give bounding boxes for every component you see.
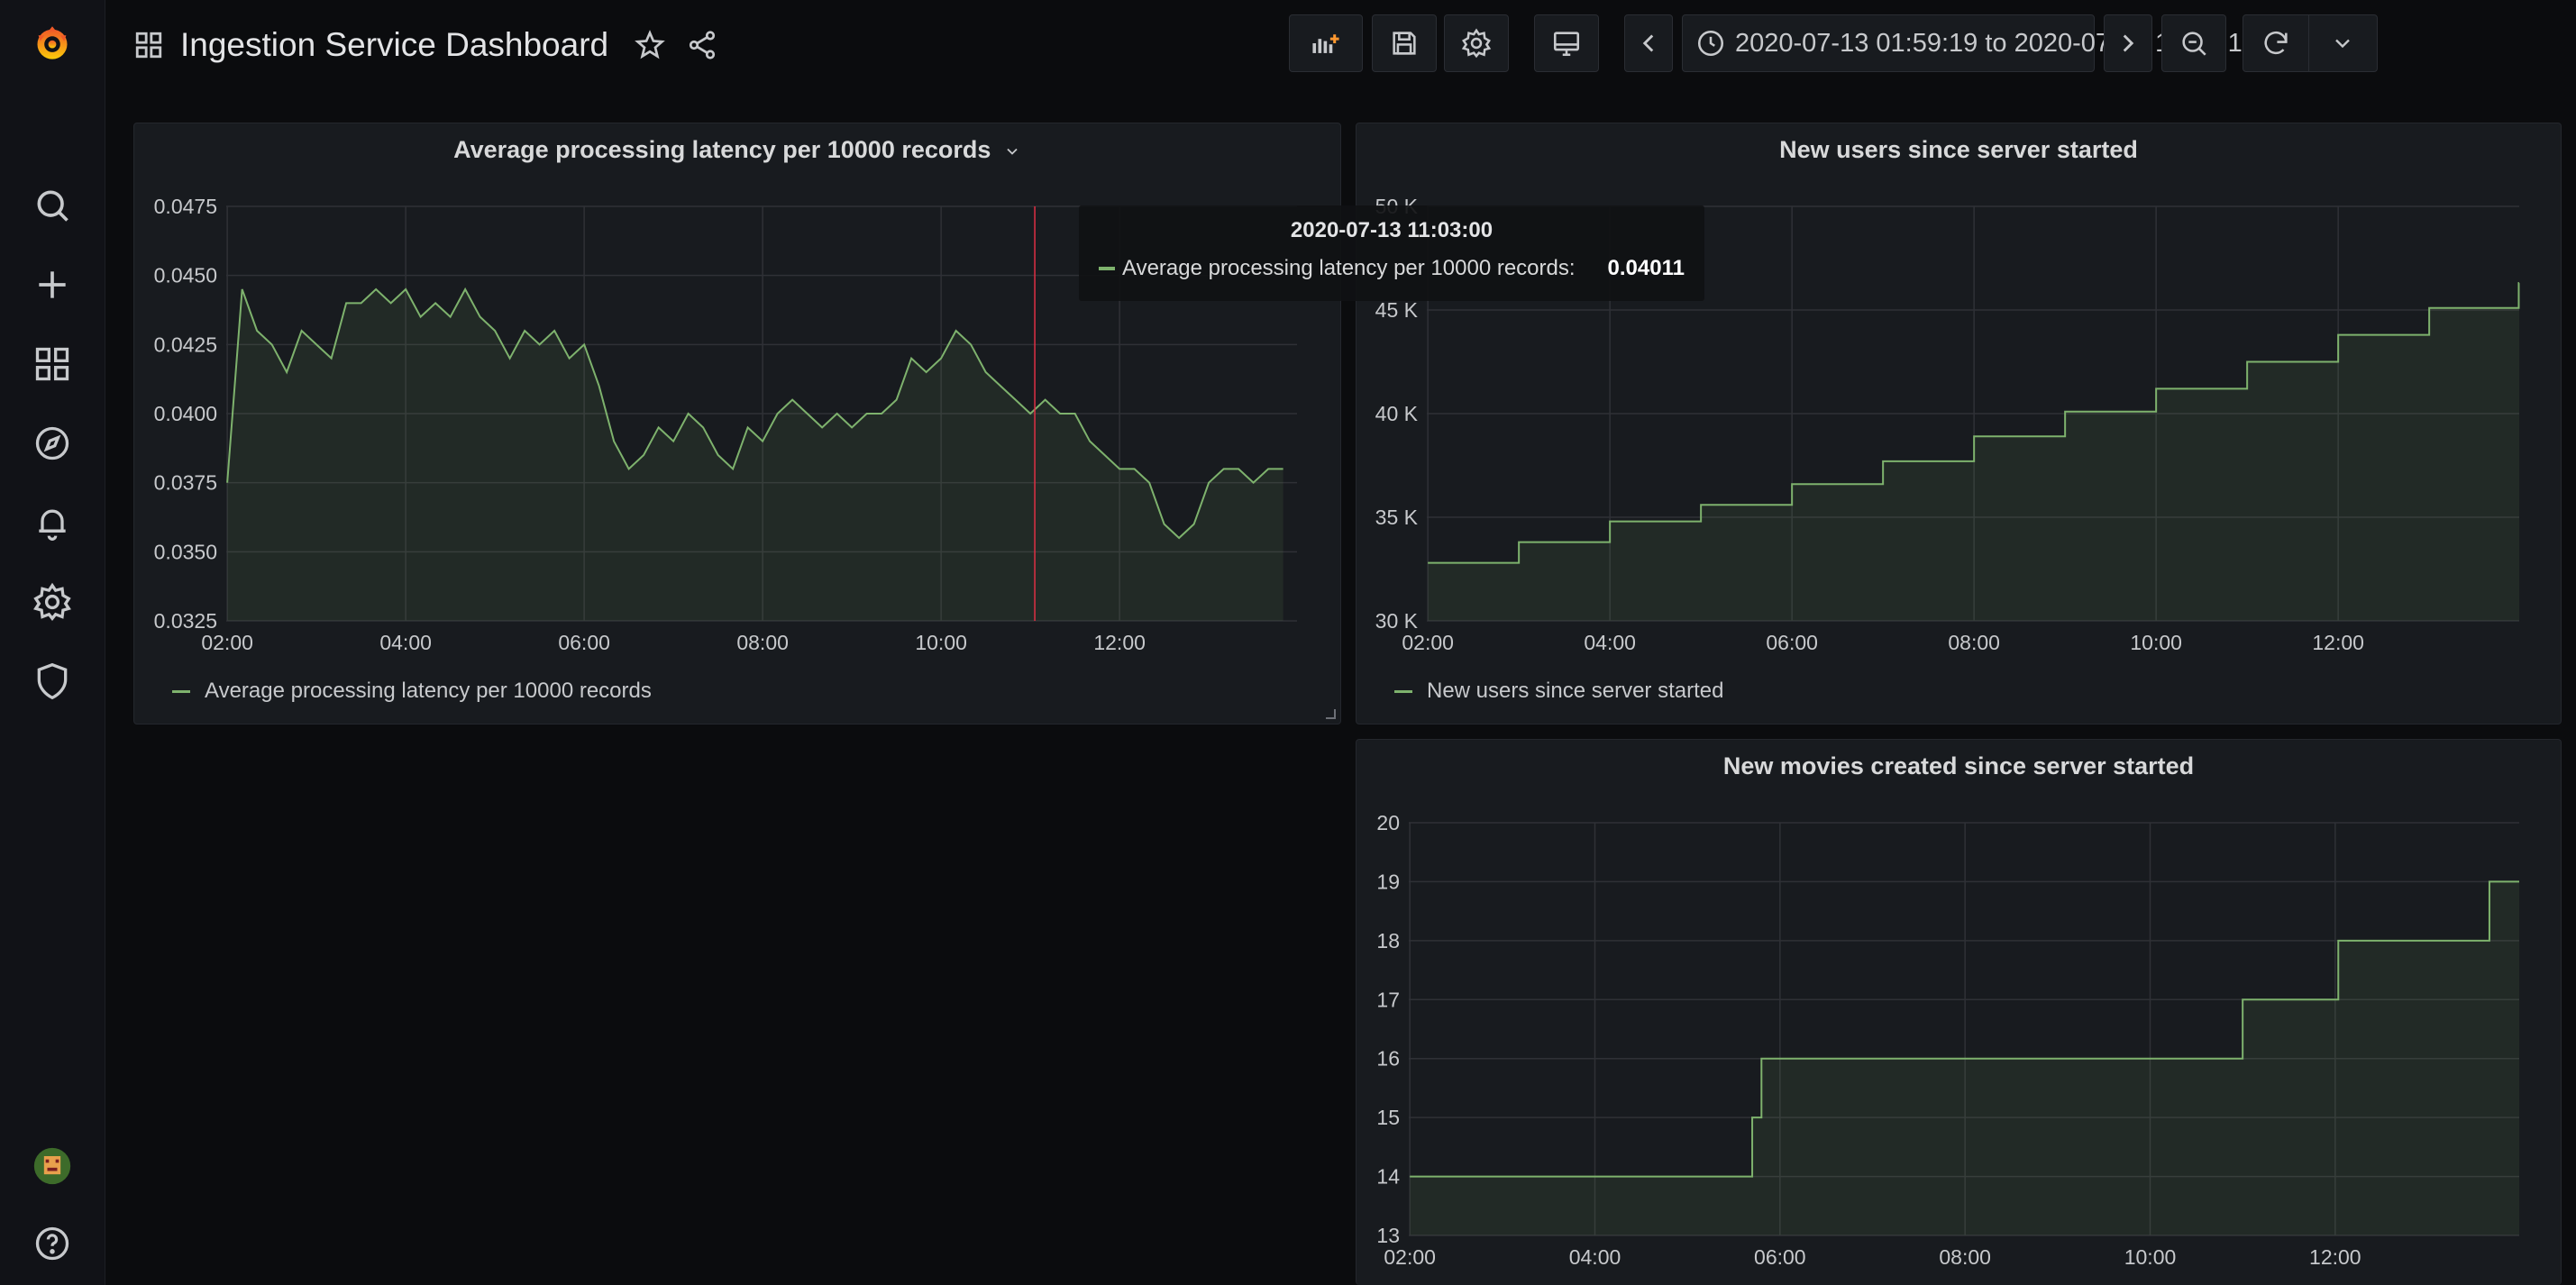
- tooltip-row: Average processing latency per 10000 rec…: [1099, 256, 1685, 281]
- hover-tooltip: 2020-07-13 11:03:00 Average processing l…: [1079, 205, 1704, 301]
- y-tick-label: 0.0425: [154, 333, 217, 356]
- tooltip-swatch: [1099, 267, 1115, 270]
- settings-icon: [1461, 28, 1492, 59]
- y-tick-label: 30 K: [1375, 609, 1419, 633]
- x-tick-label: 06:00: [1754, 1245, 1806, 1269]
- share-icon[interactable]: [686, 29, 718, 61]
- time-shift-back-button[interactable]: [1624, 14, 1673, 72]
- y-tick-label: 18: [1376, 929, 1400, 952]
- refresh-button[interactable]: [2243, 15, 2309, 71]
- refresh-icon: [2264, 31, 2288, 55]
- help-icon[interactable]: [27, 1218, 78, 1269]
- clock-icon: [1697, 30, 1724, 57]
- refresh-button-group: [2243, 14, 2378, 72]
- configuration-icon[interactable]: [27, 577, 78, 627]
- x-tick-label: 02:00: [201, 631, 253, 654]
- y-tick-label: 19: [1376, 870, 1400, 893]
- save-dashboard-button[interactable]: [1372, 14, 1437, 72]
- chevron-left-icon: [1642, 34, 1654, 52]
- x-tick-label: 04:00: [1569, 1245, 1621, 1269]
- y-tick-label: 17: [1376, 988, 1400, 1011]
- dashboard-title[interactable]: Ingestion Service Dashboard: [180, 26, 608, 64]
- chevron-right-icon: [2123, 34, 2134, 52]
- y-tick-label: 0.0400: [154, 402, 217, 425]
- x-tick-label: 02:00: [1384, 1245, 1436, 1269]
- y-tick-label: 15: [1376, 1106, 1400, 1129]
- x-tick-label: 02:00: [1402, 631, 1454, 654]
- y-tick-label: 35 K: [1375, 506, 1419, 529]
- plus-icon[interactable]: [27, 260, 78, 310]
- zoom-out-button[interactable]: [2161, 14, 2226, 72]
- y-tick-label: 13: [1376, 1224, 1400, 1247]
- x-tick-label: 08:00: [736, 631, 789, 654]
- tooltip-time: 2020-07-13 11:03:00: [1290, 218, 1494, 242]
- top-bar: Ingestion Service Dashboard 2020-07-13 0…: [105, 0, 2576, 90]
- dashboard-header: Ingestion Service Dashboard: [133, 18, 718, 72]
- x-tick-label: 10:00: [915, 631, 967, 654]
- avatar-image: [33, 1147, 71, 1185]
- movies-panel[interactable]: New movies created since server started …: [1356, 739, 2562, 1285]
- y-tick-label: 14: [1376, 1165, 1400, 1189]
- x-tick-label: 12:00: [1093, 631, 1146, 654]
- grafana-logo[interactable]: [27, 18, 78, 68]
- shield-icon[interactable]: [27, 656, 78, 706]
- tv-mode-button[interactable]: [1534, 14, 1599, 72]
- resize-handle[interactable]: [1324, 707, 1337, 720]
- y-tick-label: 0.0325: [154, 609, 217, 633]
- x-tick-label: 10:00: [2124, 1245, 2177, 1269]
- refresh-interval-dropdown[interactable]: [2309, 15, 2377, 71]
- y-tick-label: 40 K: [1375, 402, 1419, 425]
- legend-swatch: [1394, 689, 1412, 693]
- add-panel-icon: [1312, 34, 1339, 53]
- alerting-icon[interactable]: [27, 497, 78, 548]
- users-legend[interactable]: New users since server started: [1394, 679, 1723, 704]
- x-tick-label: 06:00: [558, 631, 610, 654]
- time-range-picker[interactable]: 2020-07-13 01:59:19 to 2020-07-13 13:59:…: [1682, 14, 2288, 72]
- x-tick-label: 06:00: [1766, 631, 1818, 654]
- y-tick-label: 0.0475: [154, 195, 217, 218]
- x-tick-label: 04:00: [379, 631, 432, 654]
- x-tick-label: 08:00: [1948, 631, 2000, 654]
- x-tick-label: 10:00: [2130, 631, 2182, 654]
- y-tick-label: 45 K: [1375, 298, 1419, 322]
- tv-mode-icon: [1553, 32, 1580, 57]
- explore-icon[interactable]: [27, 418, 78, 469]
- tooltip-label: Average processing latency per 10000 rec…: [1122, 256, 1576, 280]
- dashboards-icon[interactable]: [27, 339, 78, 389]
- save-icon: [1393, 32, 1416, 55]
- dashboard-settings-button[interactable]: [1444, 14, 1509, 72]
- legend-label: Average processing latency per 10000 rec…: [205, 679, 652, 703]
- y-tick-label: 0.0350: [154, 540, 217, 563]
- y-tick-label: 0.0450: [154, 264, 217, 287]
- y-tick-label: 20: [1376, 811, 1400, 834]
- x-tick-label: 12:00: [2309, 1245, 2361, 1269]
- chevron-down-icon: [2335, 39, 2351, 49]
- x-tick-label: 04:00: [1584, 631, 1636, 654]
- legend-label: New users since server started: [1427, 679, 1724, 703]
- series-area: [227, 289, 1283, 621]
- movies-chart[interactable]: 13 14 15 16 17 18 19 20 02:00 04:00 06:00 08:00 10:0…: [1357, 740, 2562, 1285]
- zoom-out-icon: [2182, 32, 2206, 56]
- avatar[interactable]: [27, 1141, 78, 1191]
- y-tick-label: 0.0375: [154, 471, 217, 495]
- add-panel-button[interactable]: [1289, 14, 1363, 72]
- sidebar: [0, 0, 105, 1285]
- search-icon[interactable]: [27, 180, 78, 231]
- grafana-logo-icon: [37, 26, 68, 59]
- latency-legend[interactable]: Average processing latency per 10000 rec…: [172, 679, 652, 704]
- star-icon[interactable]: [634, 29, 666, 61]
- time-shift-forward-button[interactable]: [2104, 14, 2152, 72]
- y-tick-label: 16: [1376, 1047, 1400, 1071]
- x-tick-label: 12:00: [2312, 631, 2364, 654]
- x-tick-label: 08:00: [1939, 1245, 1991, 1269]
- dashboards-icon[interactable]: [133, 30, 164, 60]
- legend-swatch: [172, 689, 190, 693]
- tooltip-value: 0.04011: [1607, 256, 1685, 280]
